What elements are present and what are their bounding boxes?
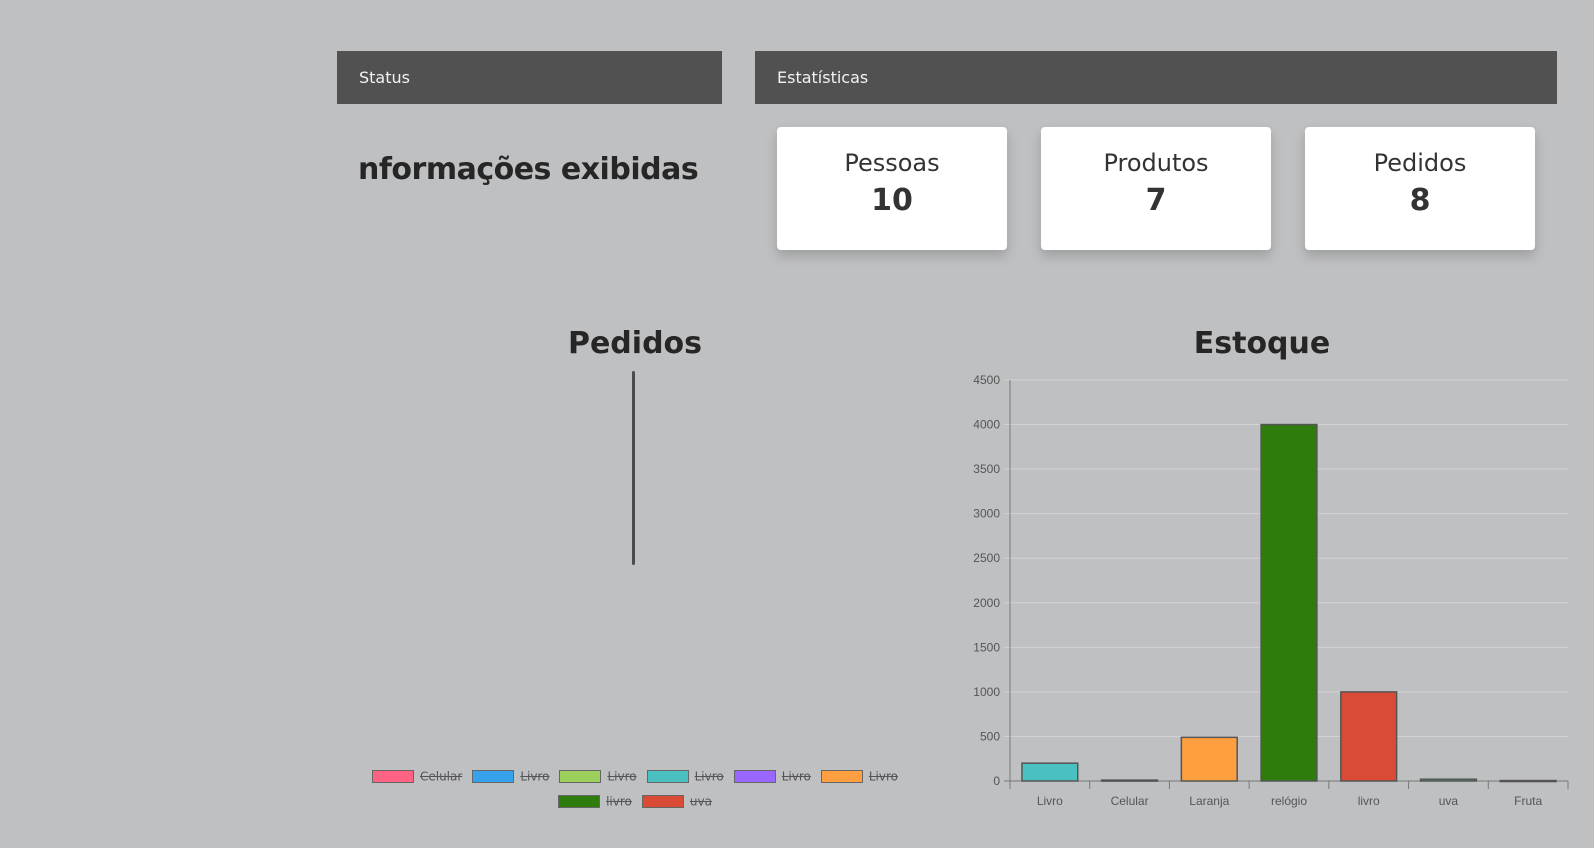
- bar: [1419, 778, 1478, 782]
- legend-item[interactable]: Celular: [371, 764, 463, 789]
- legend-swatch: [733, 770, 776, 783]
- legend-swatch: [472, 770, 515, 783]
- legend-label: Celular: [419, 769, 463, 784]
- stat-card-label: Pessoas: [844, 149, 940, 177]
- legend-label: livro: [606, 794, 632, 808]
- legend-item[interactable]: Livro: [733, 764, 811, 789]
- legend-swatch: [558, 794, 601, 808]
- status-panel-header: Status: [337, 51, 722, 104]
- stat-card-produtos: Produtos 7: [1041, 127, 1271, 250]
- y-tick-label: 0: [993, 774, 1000, 788]
- legend-swatch: [646, 770, 689, 783]
- x-tick-label: Livro: [1037, 794, 1063, 808]
- status-panel-title: Status: [359, 68, 410, 87]
- bar: [1180, 736, 1238, 782]
- x-tick-label: Laranja: [1189, 794, 1229, 808]
- x-tick-label: Celular: [1111, 794, 1149, 808]
- bar: [1260, 423, 1318, 782]
- info-text: nformações exibidas: [358, 152, 699, 187]
- legend-label: Livro: [694, 769, 724, 784]
- pie-chart-legend: Celular Livro Livro Livro Livro Livro livro uva: [355, 764, 915, 813]
- legend-swatch: [820, 770, 863, 783]
- legend-label: Livro: [868, 769, 899, 784]
- y-tick-label: 4000: [973, 418, 1000, 432]
- y-tick-label: 2500: [973, 551, 1000, 565]
- x-tick-label: relógio: [1271, 794, 1307, 808]
- stats-panel-header: Estatísticas: [755, 51, 1557, 104]
- bar: [1100, 779, 1159, 782]
- stat-card-label: Produtos: [1103, 149, 1209, 177]
- bar: [1499, 779, 1557, 783]
- y-tick-label: 4500: [973, 373, 1000, 387]
- bar: [1021, 762, 1079, 782]
- stat-card-value: 10: [871, 183, 913, 218]
- legend-item[interactable]: livro: [558, 789, 632, 814]
- y-tick-label: 3500: [973, 462, 1000, 476]
- pedidos-chart-title: Pedidos: [567, 326, 703, 361]
- bar: [1340, 691, 1398, 782]
- stat-card-pedidos: Pedidos 8: [1305, 127, 1535, 250]
- legend-swatch: [559, 770, 602, 783]
- legend-swatch: [371, 770, 414, 783]
- x-tick-label: uva: [1439, 794, 1459, 808]
- y-tick-label: 2000: [973, 596, 1000, 610]
- stat-card-label: Pedidos: [1373, 149, 1467, 177]
- stat-card-pessoas: Pessoas 10: [777, 127, 1007, 250]
- legend-label: Livro: [607, 769, 637, 784]
- y-tick-label: 500: [980, 729, 1000, 743]
- y-tick-label: 1500: [973, 640, 1000, 654]
- legend-label: Livro: [781, 769, 811, 784]
- x-tick-label: Fruta: [1514, 794, 1542, 808]
- legend-label: uva: [689, 794, 712, 808]
- stat-card-value: 8: [1409, 183, 1431, 218]
- y-tick-label: 3000: [973, 507, 1000, 521]
- legend-item[interactable]: Livro: [559, 764, 637, 789]
- legend-item[interactable]: Livro: [646, 764, 724, 789]
- stats-panel-title: Estatísticas: [777, 68, 869, 87]
- legend-item[interactable]: Livro: [820, 764, 899, 789]
- legend-label: Livro: [520, 769, 550, 784]
- legend-swatch: [641, 794, 684, 808]
- legend-item[interactable]: uva: [641, 789, 712, 814]
- pie-chart-empty-mark: [632, 371, 635, 565]
- estoque-bar-chart: 0 500 1000 1500 2000 2500 3000 3500 4000 4500 Livr…: [973, 373, 1569, 808]
- estoque-chart-title: Estoque: [1193, 326, 1331, 361]
- stat-card-value: 7: [1145, 183, 1167, 218]
- x-tick-label: livro: [1358, 794, 1380, 808]
- legend-item[interactable]: Livro: [472, 764, 549, 789]
- y-tick-label: 1000: [973, 685, 1000, 699]
